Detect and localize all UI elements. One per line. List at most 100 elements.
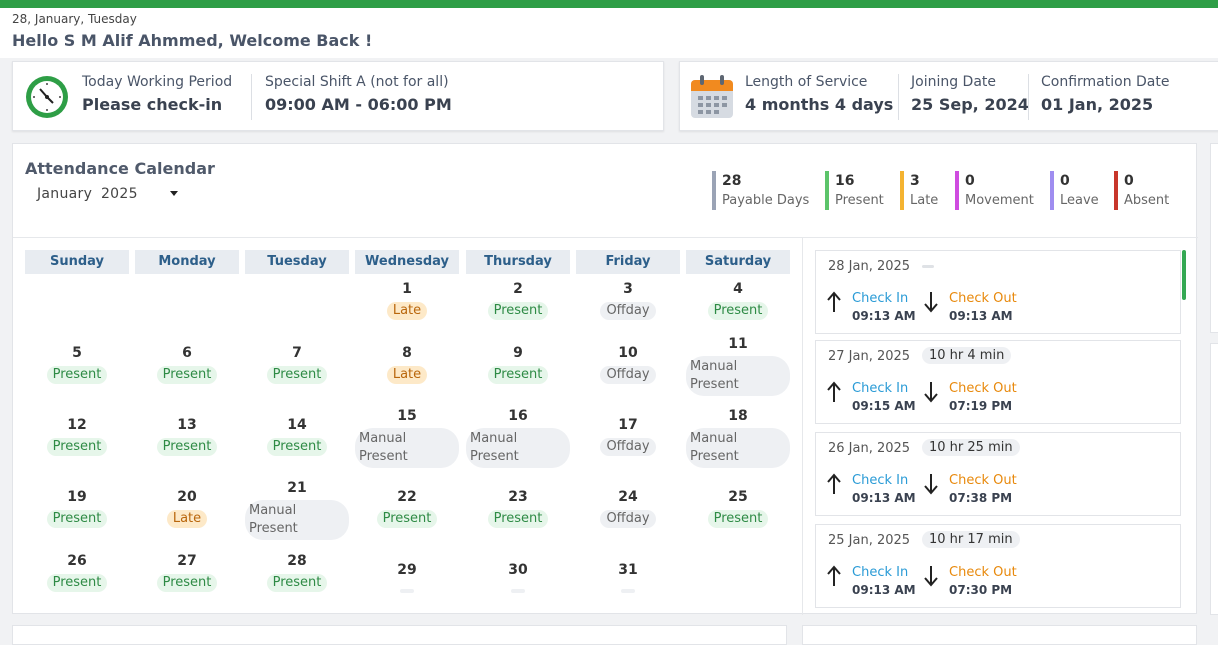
attendance-log-item[interactable]: 25 Jan, 2025 10 hr 17 min Check In 09:13… <box>815 524 1181 608</box>
calendar-day-status: Manual Present <box>245 500 349 540</box>
working-period-label: Today Working Period <box>82 74 233 90</box>
calendar-day[interactable]: 18 Manual Present <box>686 408 790 468</box>
calendar-day[interactable]: 29 <box>355 562 459 597</box>
calendar-day[interactable]: 17 Offday <box>576 417 680 456</box>
calendar-day[interactable]: 3 Offday <box>576 281 680 320</box>
check-out-time: 09:13 AM <box>949 309 1013 323</box>
calendar-day[interactable]: 1 Late <box>355 281 459 320</box>
calendar-day[interactable]: 9 Present <box>466 345 570 384</box>
calendar-day[interactable]: 4 Present <box>686 281 790 320</box>
summary-count: 3 <box>910 173 920 189</box>
calendar-day[interactable]: 28 Present <box>245 553 349 592</box>
calendar-day[interactable]: 8 Late <box>355 345 459 384</box>
summary-label: Payable Days <box>722 193 810 208</box>
summary-count: 0 <box>1060 173 1070 189</box>
check-in-time: 09:13 AM <box>852 583 916 597</box>
calendar-day-number: 1 <box>402 281 412 297</box>
calendar-day-status: Late <box>166 510 208 528</box>
calendar-icon <box>690 74 734 120</box>
calendar-day[interactable]: 16 Manual Present <box>466 408 570 468</box>
calendar-day-status: Late <box>386 302 428 320</box>
summary-bar <box>1114 171 1118 210</box>
calendar-day[interactable]: 21 Manual Present <box>245 480 349 540</box>
calendar-day[interactable]: 12 Present <box>25 417 129 456</box>
arrow-down-icon <box>924 292 938 313</box>
calendar-day[interactable]: 10 Offday <box>576 345 680 384</box>
calendar-day-number: 9 <box>513 345 523 361</box>
calendar-day[interactable]: 7 Present <box>245 345 349 384</box>
calendar-day[interactable]: 27 Present <box>135 553 239 592</box>
shift-info: Special Shift A (not for all) 09:00 AM -… <box>265 74 452 114</box>
calendar-day[interactable]: 5 Present <box>25 345 129 384</box>
calendar-day[interactable]: 13 Present <box>135 417 239 456</box>
calendar-day[interactable]: 31 <box>576 562 680 597</box>
calendar-day[interactable]: 30 <box>466 562 570 597</box>
check-in-label: Check In <box>852 291 909 306</box>
clock-icon <box>24 74 70 120</box>
log-duration: 10 hr 25 min <box>922 439 1020 456</box>
calendar-day[interactable]: 15 Manual Present <box>355 408 459 468</box>
calendar-day[interactable]: 26 Present <box>25 553 129 592</box>
calendar-day-status: Late <box>386 366 428 384</box>
attendance-title: Attendance Calendar <box>25 159 215 178</box>
divider <box>802 237 803 615</box>
calendar-day-status: Offday <box>600 366 656 384</box>
log-duration: 10 hr 4 min <box>922 347 1012 364</box>
shift-label: Special Shift A (not for all) <box>265 74 449 90</box>
calendar-day-number: 30 <box>508 562 528 578</box>
check-in-label: Check In <box>852 473 909 488</box>
calendar-day-number: 22 <box>397 489 417 505</box>
calendar-day-status: Present <box>707 510 769 528</box>
calendar-day[interactable]: 22 Present <box>355 489 459 528</box>
summary-bar <box>825 171 829 210</box>
chevron-down-icon[interactable] <box>170 191 178 196</box>
calendar-day-status: Present <box>46 438 108 456</box>
working-period-value: Please check-in <box>82 95 223 114</box>
calendar-day[interactable]: 25 Present <box>686 489 790 528</box>
summary-bar <box>712 171 716 210</box>
attendance-panel: Attendance Calendar January 2025 28 Paya… <box>12 143 1198 615</box>
attendance-log-item[interactable]: 27 Jan, 2025 10 hr 4 min Check In 09:15 … <box>815 340 1181 424</box>
confirmation-value: 01 Jan, 2025 <box>1041 95 1154 114</box>
calendar-day-number: 18 <box>728 408 748 424</box>
calendar-day[interactable]: 11 Manual Present <box>686 336 790 396</box>
log-duration-empty <box>922 265 934 268</box>
divider <box>1028 74 1029 120</box>
calendar-day[interactable]: 23 Present <box>466 489 570 528</box>
side-card <box>1210 143 1218 333</box>
calendar-day[interactable]: 6 Present <box>135 345 239 384</box>
summary-label: Leave <box>1060 193 1099 208</box>
calendar-day-number: 23 <box>508 489 528 505</box>
calendar-day-status: Offday <box>600 302 656 320</box>
page-header: 28, January, Tuesday Hello S M Alif Ahmm… <box>0 8 1218 58</box>
calendar-day-status: Present <box>46 366 108 384</box>
month-select[interactable]: January 2025 <box>37 186 138 202</box>
attendance-log-item[interactable]: 26 Jan, 2025 10 hr 25 min Check In 09:13… <box>815 432 1181 516</box>
calendar-day-status: Present <box>376 510 438 528</box>
joining-label: Joining Date <box>911 74 997 90</box>
service-card: Length of Service 4 months 4 days Joinin… <box>679 61 1218 131</box>
calendar-day-status: Present <box>156 438 218 456</box>
calendar-day[interactable]: 19 Present <box>25 489 129 528</box>
arrow-up-icon <box>827 473 841 494</box>
calendar-day[interactable]: 24 Offday <box>576 489 680 528</box>
calendar-day-status: Present <box>487 302 549 320</box>
log-scrollbar[interactable] <box>1182 250 1186 300</box>
calendar-day-number: 20 <box>177 489 197 505</box>
summary-count: 0 <box>1124 173 1134 189</box>
working-period: Today Working Period Please check-in <box>82 74 232 114</box>
calendar-day-status: Present <box>266 574 328 592</box>
attendance-log-item[interactable]: 28 Jan, 2025 Check In 09:13 AM Check Out… <box>815 250 1181 334</box>
log-date: 27 Jan, 2025 <box>828 349 911 364</box>
bottom-card <box>802 625 1197 645</box>
calendar-day[interactable]: 2 Present <box>466 281 570 320</box>
calendar-day-number: 7 <box>292 345 302 361</box>
calendar-day-status: Manual Present <box>355 428 459 468</box>
welcome-message: Hello S M Alif Ahmmed, Welcome Back ! <box>12 31 373 50</box>
check-in-label: Check In <box>852 565 909 580</box>
calendar-day[interactable]: 14 Present <box>245 417 349 456</box>
calendar-day-number: 28 <box>287 553 307 569</box>
confirmation-date: Confirmation Date 01 Jan, 2025 <box>1041 74 1170 114</box>
calendar-day[interactable]: 20 Late <box>135 489 239 528</box>
weekday-monday: Monday <box>135 250 239 274</box>
